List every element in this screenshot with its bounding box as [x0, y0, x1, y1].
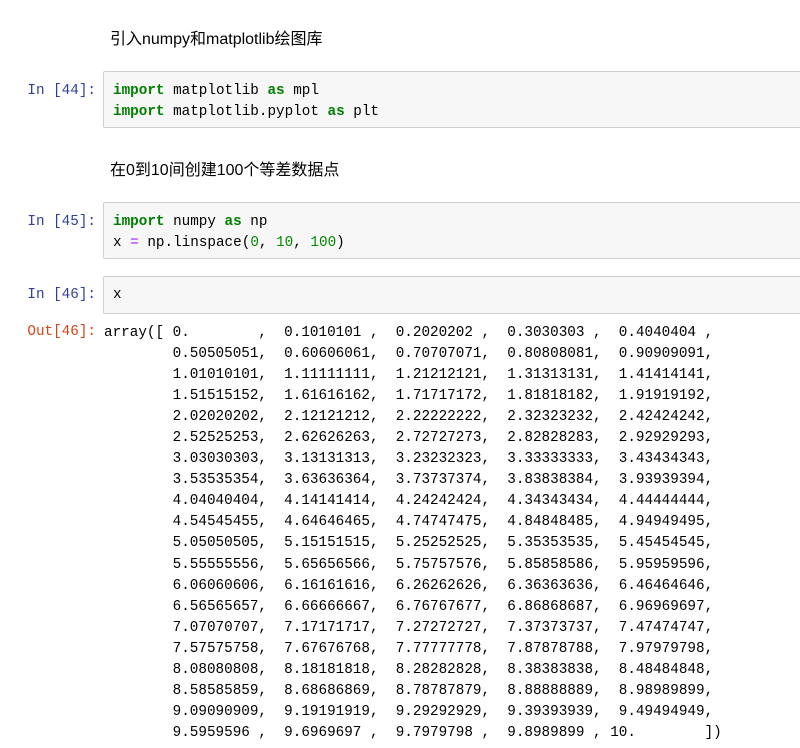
keyword: import: [113, 104, 165, 120]
code-cell-45[interactable]: import numpy as np x = np.linspace(0, 10,…: [103, 202, 800, 259]
keyword: import: [113, 214, 165, 230]
keyword: import: [113, 83, 165, 99]
markdown-cell-linspace: 在0到10间创建100个等差数据点: [110, 162, 340, 179]
output-line: 9.09090909, 9.19191919, 9.29292929, 9.39…: [104, 703, 714, 720]
code-line: x: [113, 285, 800, 306]
output-line: array([ 0. , 0.1010101 , 0.2020202 , 0.3…: [104, 325, 714, 341]
output-line: 8.08080808, 8.18181818, 8.28282828, 8.38…: [104, 661, 714, 678]
code-text: plt: [344, 104, 379, 120]
output-line: 4.54545455, 4.64646465, 4.74747475, 4.84…: [104, 514, 714, 531]
code-text: ,: [258, 235, 277, 251]
input-prompt-45: In [45]:: [27, 214, 96, 230]
output-line: 0.50505051, 0.60606061, 0.70707071, 0.80…: [104, 346, 714, 363]
code-text: x: [113, 235, 131, 251]
code-cell-44[interactable]: import matplotlib as mpl import matplotli…: [103, 71, 800, 128]
code-text: np: [241, 214, 268, 230]
code-editor[interactable]: import numpy as np x = np.linspace(0, 10,…: [113, 212, 800, 254]
code-editor[interactable]: x: [113, 285, 800, 306]
output-line: 6.06060606, 6.16161616, 6.26262626, 6.36…: [104, 577, 714, 594]
code-text: matplotlib: [164, 83, 268, 99]
output-line: 2.02020202, 2.12121212, 2.22222222, 2.32…: [104, 409, 714, 426]
output-line: 3.03030303, 3.13131313, 3.23232323, 3.33…: [104, 451, 714, 468]
code-text: ): [336, 235, 345, 251]
output-array: array([ 0. , 0.1010101 , 0.2020202 , 0.3…: [104, 323, 722, 744]
number: 100: [310, 235, 337, 251]
code-editor[interactable]: import matplotlib as mpl import matplotli…: [113, 81, 800, 123]
input-prompt-44: In [44]:: [27, 83, 96, 99]
output-line: 4.04040404, 4.14141414, 4.24242424, 4.34…: [104, 493, 714, 510]
keyword: as: [224, 214, 242, 230]
output-line: 3.53535354, 3.63636364, 3.73737374, 3.83…: [104, 472, 714, 489]
output-line: 5.05050505, 5.15151515, 5.25252525, 5.35…: [104, 535, 714, 552]
code-line: import numpy as np: [113, 212, 800, 233]
code-text: matplotlib.pyplot: [164, 104, 328, 120]
output-line: 7.07070707, 7.17171717, 7.27272727, 7.37…: [104, 619, 714, 636]
number: 0: [250, 235, 259, 251]
code-text: numpy: [164, 214, 225, 230]
code-line: x = np.linspace(0, 10, 100): [113, 233, 800, 254]
output-line: 5.55555556, 5.65656566, 5.75757576, 5.85…: [104, 556, 714, 573]
markdown-cell-intro: 引入numpy和matplotlib绘图库: [110, 31, 323, 48]
output-line: 6.56565657, 6.66666667, 6.76767677, 6.86…: [104, 598, 714, 615]
code-line: import matplotlib.pyplot as plt: [113, 102, 800, 123]
code-text: x: [113, 287, 122, 303]
code-cell-46[interactable]: x: [103, 276, 800, 314]
output-line: 8.58585859, 8.68686869, 8.78787879, 8.88…: [104, 682, 714, 699]
output-prompt-46: Out[46]:: [27, 324, 96, 340]
output-line: 2.52525253, 2.62626263, 2.72727273, 2.82…: [104, 430, 714, 447]
code-text: mpl: [284, 83, 319, 99]
code-text: ,: [293, 235, 311, 251]
keyword: as: [267, 83, 285, 99]
operator: =: [130, 235, 139, 251]
input-prompt-46: In [46]:: [27, 287, 96, 303]
number: 10: [276, 235, 294, 251]
output-line: 1.51515152, 1.61616162, 1.71717172, 1.81…: [104, 388, 714, 405]
code-text: np.linspace(: [138, 235, 251, 251]
code-line: import matplotlib as mpl: [113, 81, 800, 102]
output-line: 1.01010101, 1.11111111, 1.21212121, 1.31…: [104, 367, 714, 384]
output-line: 7.57575758, 7.67676768, 7.77777778, 7.87…: [104, 640, 714, 657]
output-line: 9.5959596 , 9.6969697 , 9.7979798 , 9.89…: [104, 724, 722, 741]
keyword: as: [327, 104, 345, 120]
